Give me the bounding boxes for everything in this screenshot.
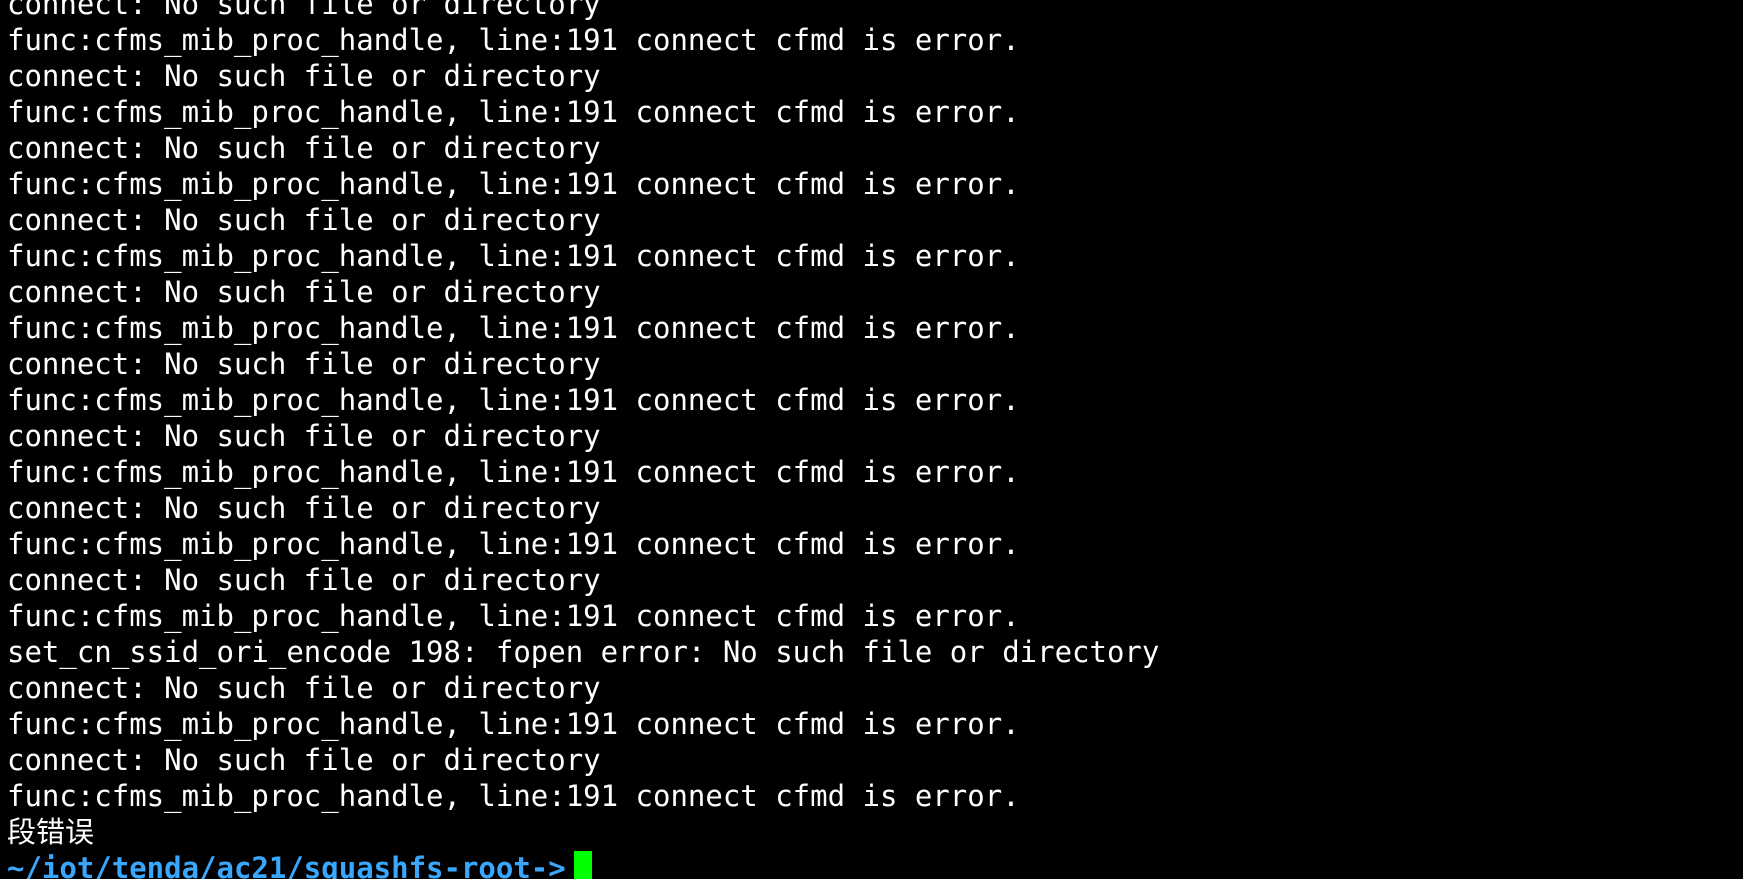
- output-line: connect: No such file or directory: [7, 743, 601, 777]
- output-line: func:cfms_mib_proc_handle, line:191 conn…: [7, 311, 1020, 345]
- cursor-block: [573, 851, 592, 879]
- output-line: func:cfms_mib_proc_handle, line:191 conn…: [7, 95, 1020, 129]
- output-line: connect: No such file or directory: [7, 275, 601, 309]
- output-line: connect: No such file or directory: [7, 59, 601, 93]
- terminal-output: connect: No such file or directory func:…: [7, 0, 1159, 879]
- prompt-arrow: ->: [530, 851, 566, 879]
- output-line: connect: No such file or directory: [7, 0, 601, 21]
- terminal-window[interactable]: connect: No such file or directory func:…: [0, 0, 1743, 879]
- output-line: func:cfms_mib_proc_handle, line:191 conn…: [7, 167, 1020, 201]
- output-line: connect: No such file or directory: [7, 347, 601, 381]
- output-line: func:cfms_mib_proc_handle, line:191 conn…: [7, 455, 1020, 489]
- segfault-message: 段错误: [7, 815, 95, 849]
- output-line: connect: No such file or directory: [7, 563, 601, 597]
- output-line: connect: No such file or directory: [7, 419, 601, 453]
- output-line: connect: No such file or directory: [7, 131, 601, 165]
- prompt-path: ~/iot/tenda/ac21/squashfs-root: [7, 851, 531, 879]
- output-line: connect: No such file or directory: [7, 671, 601, 705]
- output-line: func:cfms_mib_proc_handle, line:191 conn…: [7, 239, 1020, 273]
- output-line: func:cfms_mib_proc_handle, line:191 conn…: [7, 779, 1020, 813]
- output-line: func:cfms_mib_proc_handle, line:191 conn…: [7, 707, 1020, 741]
- output-line: connect: No such file or directory: [7, 203, 601, 237]
- output-line: func:cfms_mib_proc_handle, line:191 conn…: [7, 527, 1020, 561]
- shell-prompt[interactable]: ~/iot/tenda/ac21/squashfs-root->: [7, 850, 1159, 879]
- output-line: func:cfms_mib_proc_handle, line:191 conn…: [7, 599, 1020, 633]
- output-line: func:cfms_mib_proc_handle, line:191 conn…: [7, 23, 1020, 57]
- output-line: func:cfms_mib_proc_handle, line:191 conn…: [7, 383, 1020, 417]
- output-line: set_cn_ssid_ori_encode 198: fopen error:…: [7, 635, 1160, 669]
- output-line: connect: No such file or directory: [7, 491, 601, 525]
